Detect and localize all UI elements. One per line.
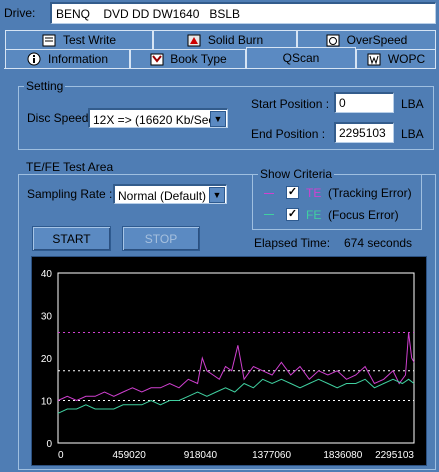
end-position-value: 2295103 (339, 126, 386, 140)
x-tick-label: 1836080 (323, 450, 362, 461)
start-position-input[interactable]: 0 (334, 92, 394, 113)
start-position-label: Start Position : (251, 97, 330, 111)
tab-information-label: Information (47, 52, 109, 66)
fe-color-swatch (264, 214, 274, 215)
drive-select[interactable]: BENQ DVD DD DW1640 BSLB (50, 2, 436, 24)
stop-button[interactable]: STOP (122, 226, 200, 251)
wopc-icon (367, 53, 382, 66)
tab-qscan-label: QScan (282, 51, 320, 65)
disc-speed-select[interactable]: 12X => (16620 Kb/Sec) ▼ (88, 108, 228, 128)
tab-test-write-label: Test Write (62, 33, 117, 47)
fe-label: FE (306, 208, 322, 222)
start-position-unit: LBA (401, 97, 424, 111)
chart-frame: 40 30 20 10 0 0 459020 918040 1377060 1836080 2295… (31, 256, 427, 466)
sampling-rate-select[interactable]: Normal (Default) ▼ (113, 184, 227, 204)
y-tick-label: 30 (41, 312, 53, 323)
tab-book-type[interactable]: Book Type (130, 49, 246, 68)
plot-border (57, 272, 415, 444)
x-tick-label: 1377060 (252, 450, 291, 461)
test-write-icon (42, 34, 57, 47)
tab-book-type-label: Book Type (170, 52, 227, 66)
solid-burn-icon (187, 34, 202, 47)
fe-checkbox[interactable]: ✓ (286, 208, 299, 221)
drive-select-value: BENQ DVD DD DW1640 BSLB (56, 7, 241, 21)
tab-qscan[interactable]: QScan (246, 47, 356, 68)
x-tick-label: 918040 (184, 450, 218, 461)
end-position-label: End Position : (251, 127, 326, 141)
start-button[interactable]: START (32, 226, 111, 251)
tab-overspeed-label: OverSpeed (346, 33, 408, 47)
tab-panel-border (4, 68, 436, 69)
end-position-input[interactable]: 2295103 (334, 122, 394, 143)
x-tick-label: 459020 (113, 450, 147, 461)
book-type-icon (149, 53, 164, 66)
te-color-swatch (264, 193, 274, 194)
end-position-unit: LBA (401, 127, 424, 141)
show-criteria-title: Show Criteria (258, 167, 335, 181)
start-position-value: 0 (339, 96, 346, 110)
y-tick-label: 40 (41, 269, 53, 280)
tab-test-write[interactable]: Test Write (5, 30, 153, 49)
te-checkbox[interactable]: ✓ (286, 186, 299, 199)
tab-wopc-label: WOPC (387, 52, 426, 66)
y-tick-label: 10 (41, 397, 53, 408)
chevron-down-icon[interactable]: ▼ (210, 111, 226, 127)
chevron-down-icon[interactable]: ▼ (209, 187, 225, 203)
info-icon (27, 52, 42, 66)
y-tick-label: 0 (46, 439, 52, 450)
tefe-chart: 40 30 20 10 00 459020 918040 1377060 1836080 2295… (41, 269, 415, 461)
drive-label: Drive: (4, 6, 36, 20)
tefe-group-title: TE/FE Test Area (24, 160, 116, 174)
disc-speed-value: 12X => (16620 Kb/Sec) (93, 113, 219, 127)
elapsed-time-value: 674 seconds (344, 236, 413, 250)
sampling-rate-value: Normal (Default) (118, 189, 207, 203)
series-line-fe (57, 378, 415, 414)
setting-group-title: Setting (24, 79, 66, 93)
te-label: TE (306, 186, 322, 200)
sampling-rate-label: Sampling Rate : (27, 187, 113, 201)
x-tick-label: 0 (58, 450, 64, 461)
x-tick-label: 2295103 (375, 450, 414, 461)
y-tick-label: 20 (41, 354, 53, 365)
overspeed-icon (326, 34, 341, 47)
tab-solid-burn-label: Solid Burn (207, 33, 264, 47)
tab-wopc[interactable]: WOPC (356, 49, 436, 68)
disc-speed-label: Disc Speed: (27, 111, 92, 125)
tab-information[interactable]: Information (5, 49, 130, 68)
te-description: (Tracking Error) (328, 186, 412, 200)
fe-description: (Focus Error) (328, 208, 399, 222)
elapsed-time-label: Elapsed Time: (254, 236, 331, 250)
